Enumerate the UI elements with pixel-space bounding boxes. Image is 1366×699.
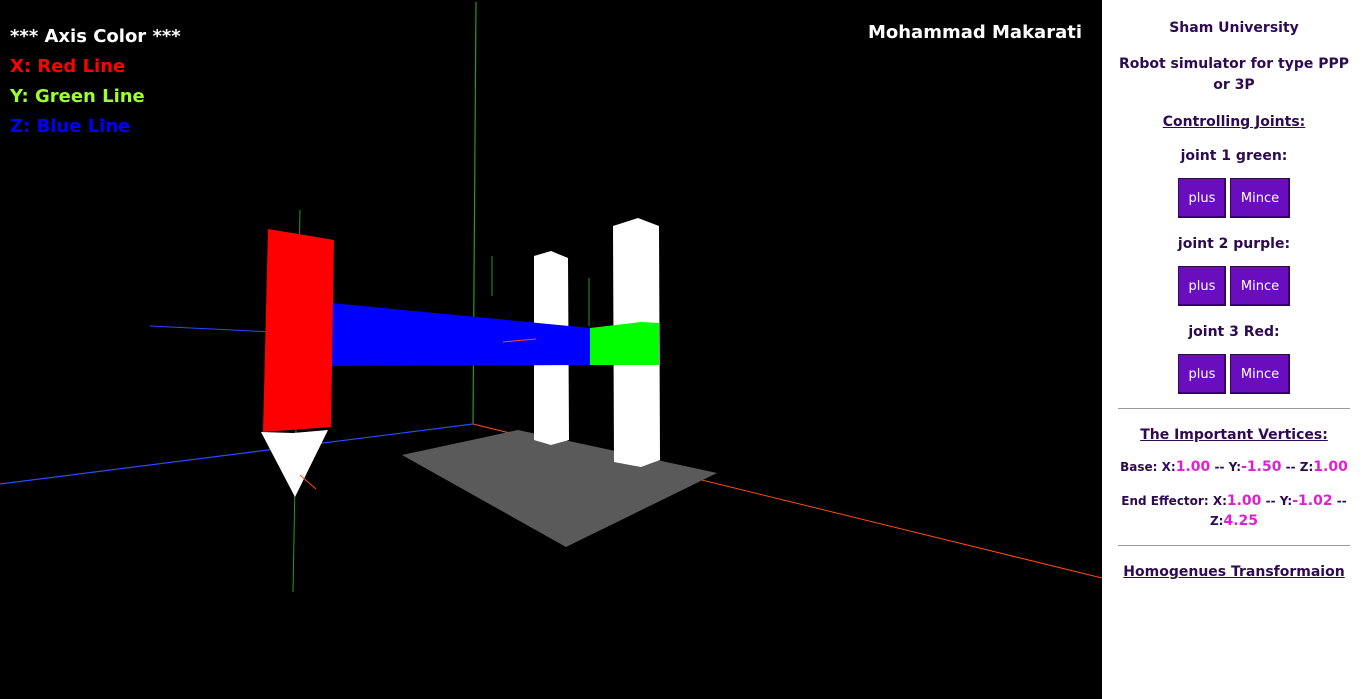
- z-axis-line: [0, 423, 474, 485]
- joint-2-minus-button[interactable]: Mince: [1230, 266, 1290, 306]
- legend-z-label: Blue Line: [36, 116, 131, 137]
- legend-y: Y: Green Line: [10, 82, 181, 112]
- author-name: Mohammad Makarati: [867, 22, 1082, 43]
- legend-y-label: Green Line: [34, 86, 145, 107]
- gripper-cone: [261, 430, 328, 497]
- 3d-viewport[interactable]: *** Axis Color *** X: Red Line Y: Green …: [0, 0, 1102, 699]
- legend-x-prefix: X:: [10, 56, 32, 77]
- joint-2-label: joint 2 purple:: [1177, 236, 1291, 252]
- base-z-label: Z:: [1299, 460, 1314, 474]
- legend-x-label: Red Line: [37, 56, 126, 77]
- app-subtitle: Robot simulator for type PPP or 3P: [1118, 56, 1350, 93]
- base-plate: [402, 430, 717, 547]
- legend-z-prefix: Z:: [10, 116, 31, 137]
- ee-z-value: 4.25: [1223, 513, 1259, 529]
- base-sep-2: --: [1285, 460, 1296, 474]
- divider: [1118, 408, 1350, 409]
- joint-2-controls: plus Mince: [1118, 266, 1350, 306]
- joint-3-minus-button[interactable]: Mince: [1230, 354, 1290, 394]
- controlling-joints-heading[interactable]: Controlling Joints:: [1118, 114, 1350, 130]
- divider-2: [1118, 545, 1350, 546]
- ee-y-value: -1.02: [1292, 493, 1333, 509]
- base-x-value: 1.00: [1175, 459, 1211, 475]
- base-y-label: Y:: [1228, 460, 1242, 474]
- end-effector-vertex: End Effector: X:1.00 -- Y:-1.02 -- Z:4.2…: [1118, 491, 1350, 531]
- local-z-axis-line: [149, 325, 273, 333]
- axis-color-legend: *** Axis Color *** X: Red Line Y: Green …: [10, 22, 181, 142]
- ee-sep-1: --: [1265, 494, 1276, 508]
- ee-y-label: Y:: [1279, 494, 1293, 508]
- ee-z-label: Z:: [1209, 514, 1224, 528]
- base-x-label: X:: [1161, 460, 1176, 474]
- important-vertices-heading[interactable]: The Important Vertices:: [1118, 427, 1350, 443]
- green-joint: [590, 322, 659, 365]
- joint-1-plus-button[interactable]: plus: [1178, 178, 1226, 218]
- university-name: Sham University: [1169, 20, 1299, 36]
- legend-title: *** Axis Color ***: [10, 26, 181, 47]
- red-block: [263, 229, 334, 432]
- base-label: Base:: [1120, 460, 1158, 474]
- legend-x: X: Red Line: [10, 52, 181, 82]
- legend-z: Z: Blue Line: [10, 112, 181, 142]
- control-panel: Sham University Robot simulator for type…: [1102, 0, 1366, 699]
- base-z-value: 1.00: [1313, 459, 1348, 475]
- base-sep-1: --: [1214, 460, 1225, 474]
- joint-3-controls: plus Mince: [1118, 354, 1350, 394]
- joint-1-minus-button[interactable]: Mince: [1230, 178, 1290, 218]
- homogeneous-transformation-link[interactable]: Homogenues Transformaion: [1118, 564, 1350, 580]
- joint-3-label: joint 3 Red:: [1188, 324, 1280, 340]
- base-y-value: -1.50: [1241, 459, 1282, 475]
- ee-x-value: 1.00: [1226, 493, 1262, 509]
- ee-sep-2: --: [1336, 494, 1347, 508]
- base-vertex: Base: X:1.00 -- Y:-1.50 -- Z:1.00: [1118, 457, 1350, 477]
- joint-3-plus-button[interactable]: plus: [1178, 354, 1226, 394]
- joint-1-controls: plus Mince: [1118, 178, 1350, 218]
- joint-2-plus-button[interactable]: plus: [1178, 266, 1226, 306]
- joint-1-label: joint 1 green:: [1180, 148, 1288, 164]
- legend-y-prefix: Y:: [10, 86, 29, 107]
- gripper-axis-x: [299, 474, 317, 490]
- ee-x-label: X:: [1212, 494, 1227, 508]
- ee-label: End Effector:: [1121, 494, 1209, 508]
